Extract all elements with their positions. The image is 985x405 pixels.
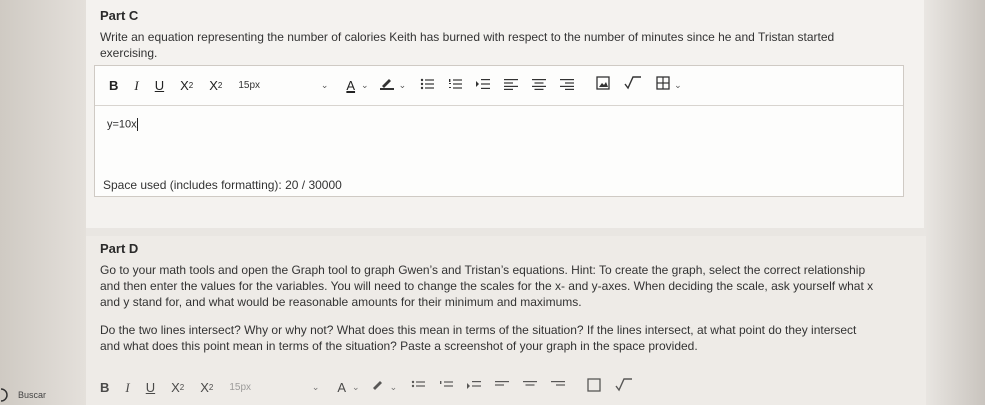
bold-button[interactable]: B bbox=[109, 78, 118, 93]
image-icon[interactable] bbox=[596, 76, 610, 95]
math-equation-icon[interactable] bbox=[624, 76, 642, 95]
chevron-down-icon: ⌄ bbox=[311, 382, 320, 392]
taskbar-search[interactable]: Buscar bbox=[0, 384, 86, 405]
taskbar-search-label: Buscar bbox=[18, 389, 47, 400]
align-right-icon[interactable] bbox=[560, 77, 575, 95]
text-cursor bbox=[136, 118, 138, 131]
font-size-value: 15px bbox=[238, 80, 261, 91]
table-icon[interactable] bbox=[656, 76, 670, 95]
align-left-icon[interactable] bbox=[504, 77, 519, 95]
chevron-down-icon[interactable]: ⌄ bbox=[674, 80, 682, 91]
superscript-mark: 2 bbox=[179, 383, 185, 392]
chevron-down-icon: ⌄ bbox=[320, 80, 329, 90]
part-c-prompt-line-1: Write an equation representing the numbe… bbox=[100, 30, 835, 44]
part-c-section: Part C Write an equation representing th… bbox=[86, 0, 924, 228]
part-d-para1-line-1: Go to your math tools and open the Graph… bbox=[100, 263, 866, 277]
align-center-icon[interactable] bbox=[532, 77, 547, 95]
part-d-para1-line-3: and y stand for, and what would be reaso… bbox=[100, 295, 582, 309]
superscript-base: X bbox=[171, 380, 180, 395]
part-c-title: Part C bbox=[100, 8, 139, 23]
left-background bbox=[0, 0, 86, 405]
bullet-list-icon[interactable] bbox=[411, 379, 426, 397]
part-d-para1-line-2: and then enter the values for the variab… bbox=[100, 279, 874, 293]
subscript-base: X bbox=[209, 78, 218, 93]
search-circle-icon bbox=[0, 387, 8, 402]
right-background bbox=[925, 0, 985, 405]
part-c-editor: B I U X2 X2 15px ⌄ A ⌄ ⌄ ⌄ y=10x Space u… bbox=[94, 65, 904, 197]
math-equation-icon[interactable] bbox=[615, 378, 633, 397]
part-d-title: Part D bbox=[100, 241, 139, 256]
answer-text: y=10x bbox=[107, 118, 137, 131]
answer-textarea[interactable]: y=10x bbox=[95, 106, 903, 166]
align-right-icon[interactable] bbox=[551, 379, 566, 397]
image-icon[interactable] bbox=[587, 378, 601, 397]
italic-button[interactable]: I bbox=[134, 78, 138, 94]
superscript-base: X bbox=[180, 78, 189, 93]
chevron-down-icon[interactable]: ⌄ bbox=[361, 80, 369, 91]
font-size-select[interactable]: 15px ⌄ bbox=[229, 382, 319, 393]
numbered-list-icon[interactable] bbox=[439, 379, 454, 397]
font-size-value: 15px bbox=[229, 382, 252, 393]
chevron-down-icon[interactable]: ⌄ bbox=[352, 382, 360, 393]
subscript-button[interactable]: X2 bbox=[209, 78, 222, 93]
part-d-para2-line-1: Do the two lines intersect? Why or why n… bbox=[100, 323, 857, 337]
part-d-section: Part D Go to your math tools and open th… bbox=[86, 236, 926, 405]
indent-icon[interactable] bbox=[467, 379, 482, 397]
bold-button[interactable]: B bbox=[100, 380, 109, 395]
part-c-prompt-line-2: exercising. bbox=[100, 46, 158, 60]
font-color-button[interactable]: A bbox=[337, 380, 346, 395]
subscript-mark: 2 bbox=[217, 81, 223, 90]
italic-button[interactable]: I bbox=[125, 380, 129, 396]
part-d-toolbar: B I U X2 X2 15px ⌄ A ⌄ ⌄ bbox=[94, 370, 926, 405]
chevron-down-icon[interactable]: ⌄ bbox=[399, 80, 407, 91]
indent-icon[interactable] bbox=[476, 77, 491, 95]
subscript-mark: 2 bbox=[208, 383, 214, 392]
subscript-base: X bbox=[200, 380, 209, 395]
space-used-counter: Space used (includes formatting): 20 / 3… bbox=[103, 178, 342, 192]
font-size-select[interactable]: 15px ⌄ bbox=[238, 80, 328, 91]
subscript-button[interactable]: X2 bbox=[200, 380, 213, 395]
part-d-para2-line-2: and what does this point mean in terms o… bbox=[100, 339, 698, 353]
superscript-button[interactable]: X2 bbox=[180, 78, 193, 93]
numbered-list-icon[interactable] bbox=[448, 77, 463, 95]
underline-button[interactable]: U bbox=[155, 78, 164, 93]
align-left-icon[interactable] bbox=[495, 379, 510, 397]
underline-button[interactable]: U bbox=[146, 380, 155, 395]
highlight-icon[interactable] bbox=[379, 76, 395, 95]
chevron-down-icon[interactable]: ⌄ bbox=[390, 382, 398, 393]
bullet-list-icon[interactable] bbox=[420, 77, 435, 95]
part-c-toolbar: B I U X2 X2 15px ⌄ A ⌄ ⌄ ⌄ bbox=[95, 66, 903, 106]
superscript-button[interactable]: X2 bbox=[171, 380, 184, 395]
align-center-icon[interactable] bbox=[523, 379, 538, 397]
font-color-button[interactable]: A bbox=[346, 78, 355, 93]
highlight-icon[interactable] bbox=[370, 378, 386, 397]
superscript-mark: 2 bbox=[188, 81, 194, 90]
